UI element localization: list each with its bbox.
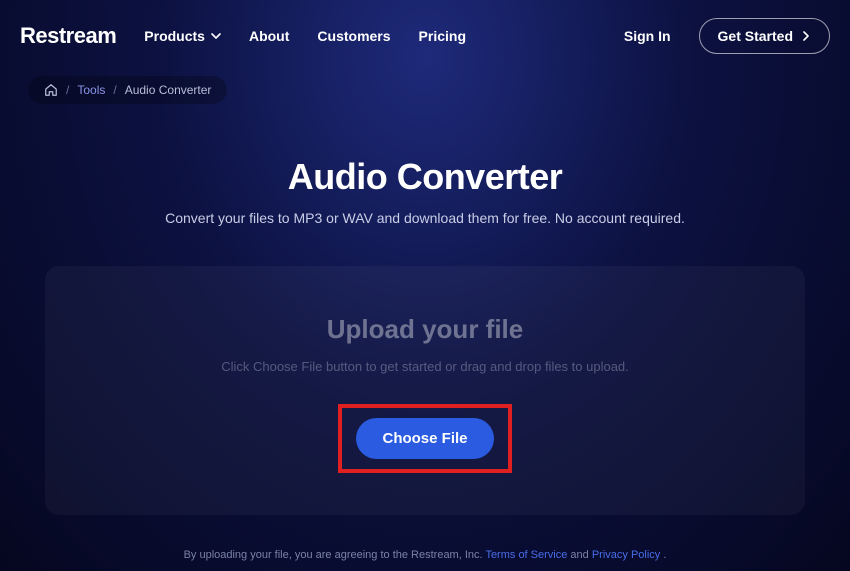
- signin-link[interactable]: Sign In: [624, 28, 671, 44]
- privacy-policy-link[interactable]: Privacy Policy: [592, 549, 660, 561]
- choose-file-highlight: Choose File: [338, 404, 511, 473]
- footer-and: and: [570, 549, 591, 561]
- footer-legal: By uploading your file, you are agreeing…: [0, 549, 850, 561]
- page-title: Audio Converter: [0, 156, 850, 198]
- terms-of-service-link[interactable]: Terms of Service: [485, 549, 567, 561]
- nav-customers[interactable]: Customers: [317, 28, 390, 44]
- choose-file-button[interactable]: Choose File: [356, 418, 493, 459]
- brand-logo[interactable]: Restream: [20, 23, 116, 49]
- footer-dot: .: [663, 549, 666, 561]
- top-nav: Restream Products About Customers Pricin…: [0, 0, 850, 66]
- get-started-button[interactable]: Get Started: [699, 18, 830, 54]
- get-started-label: Get Started: [718, 28, 793, 44]
- upload-panel[interactable]: Upload your file Click Choose File butto…: [45, 266, 805, 515]
- home-icon[interactable]: [44, 83, 58, 97]
- chevron-right-icon: [801, 31, 811, 41]
- breadcrumb-sep: /: [66, 83, 69, 97]
- nav-pricing[interactable]: Pricing: [419, 28, 466, 44]
- breadcrumb-sep: /: [113, 83, 116, 97]
- footer-prefix: By uploading your file, you are agreeing…: [184, 549, 486, 561]
- breadcrumb-current: Audio Converter: [125, 83, 212, 97]
- upload-hint: Click Choose File button to get started …: [65, 359, 785, 374]
- hero: Audio Converter Convert your files to MP…: [0, 156, 850, 226]
- breadcrumb: / Tools / Audio Converter: [28, 76, 850, 104]
- nav-about[interactable]: About: [249, 28, 289, 44]
- nav-products[interactable]: Products: [144, 28, 221, 44]
- chevron-down-icon: [211, 31, 221, 41]
- nav-items: Products About Customers Pricing: [144, 28, 466, 44]
- upload-heading: Upload your file: [65, 314, 785, 345]
- nav-products-label: Products: [144, 28, 205, 44]
- page-subtitle: Convert your files to MP3 or WAV and dow…: [0, 210, 850, 226]
- breadcrumb-tools[interactable]: Tools: [77, 83, 105, 97]
